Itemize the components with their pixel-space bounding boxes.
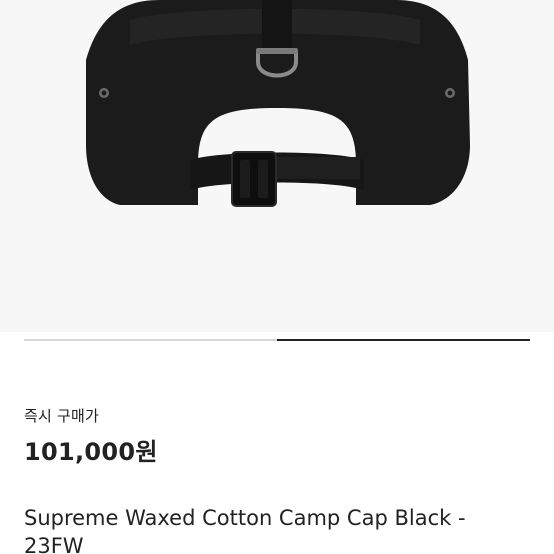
product-detail-page: 즉시 구매가 101,000원 Supreme Waxed Cotton Cam… [0,0,554,554]
product-image[interactable] [0,0,554,332]
price-value: 101,000원 [24,438,158,466]
cap-illustration [86,0,470,207]
price-label: 즉시 구매가 [24,407,99,425]
carousel-indicator-active [277,339,530,341]
product-title: Supreme Waxed Cotton Camp Cap Black - 23… [24,506,466,554]
